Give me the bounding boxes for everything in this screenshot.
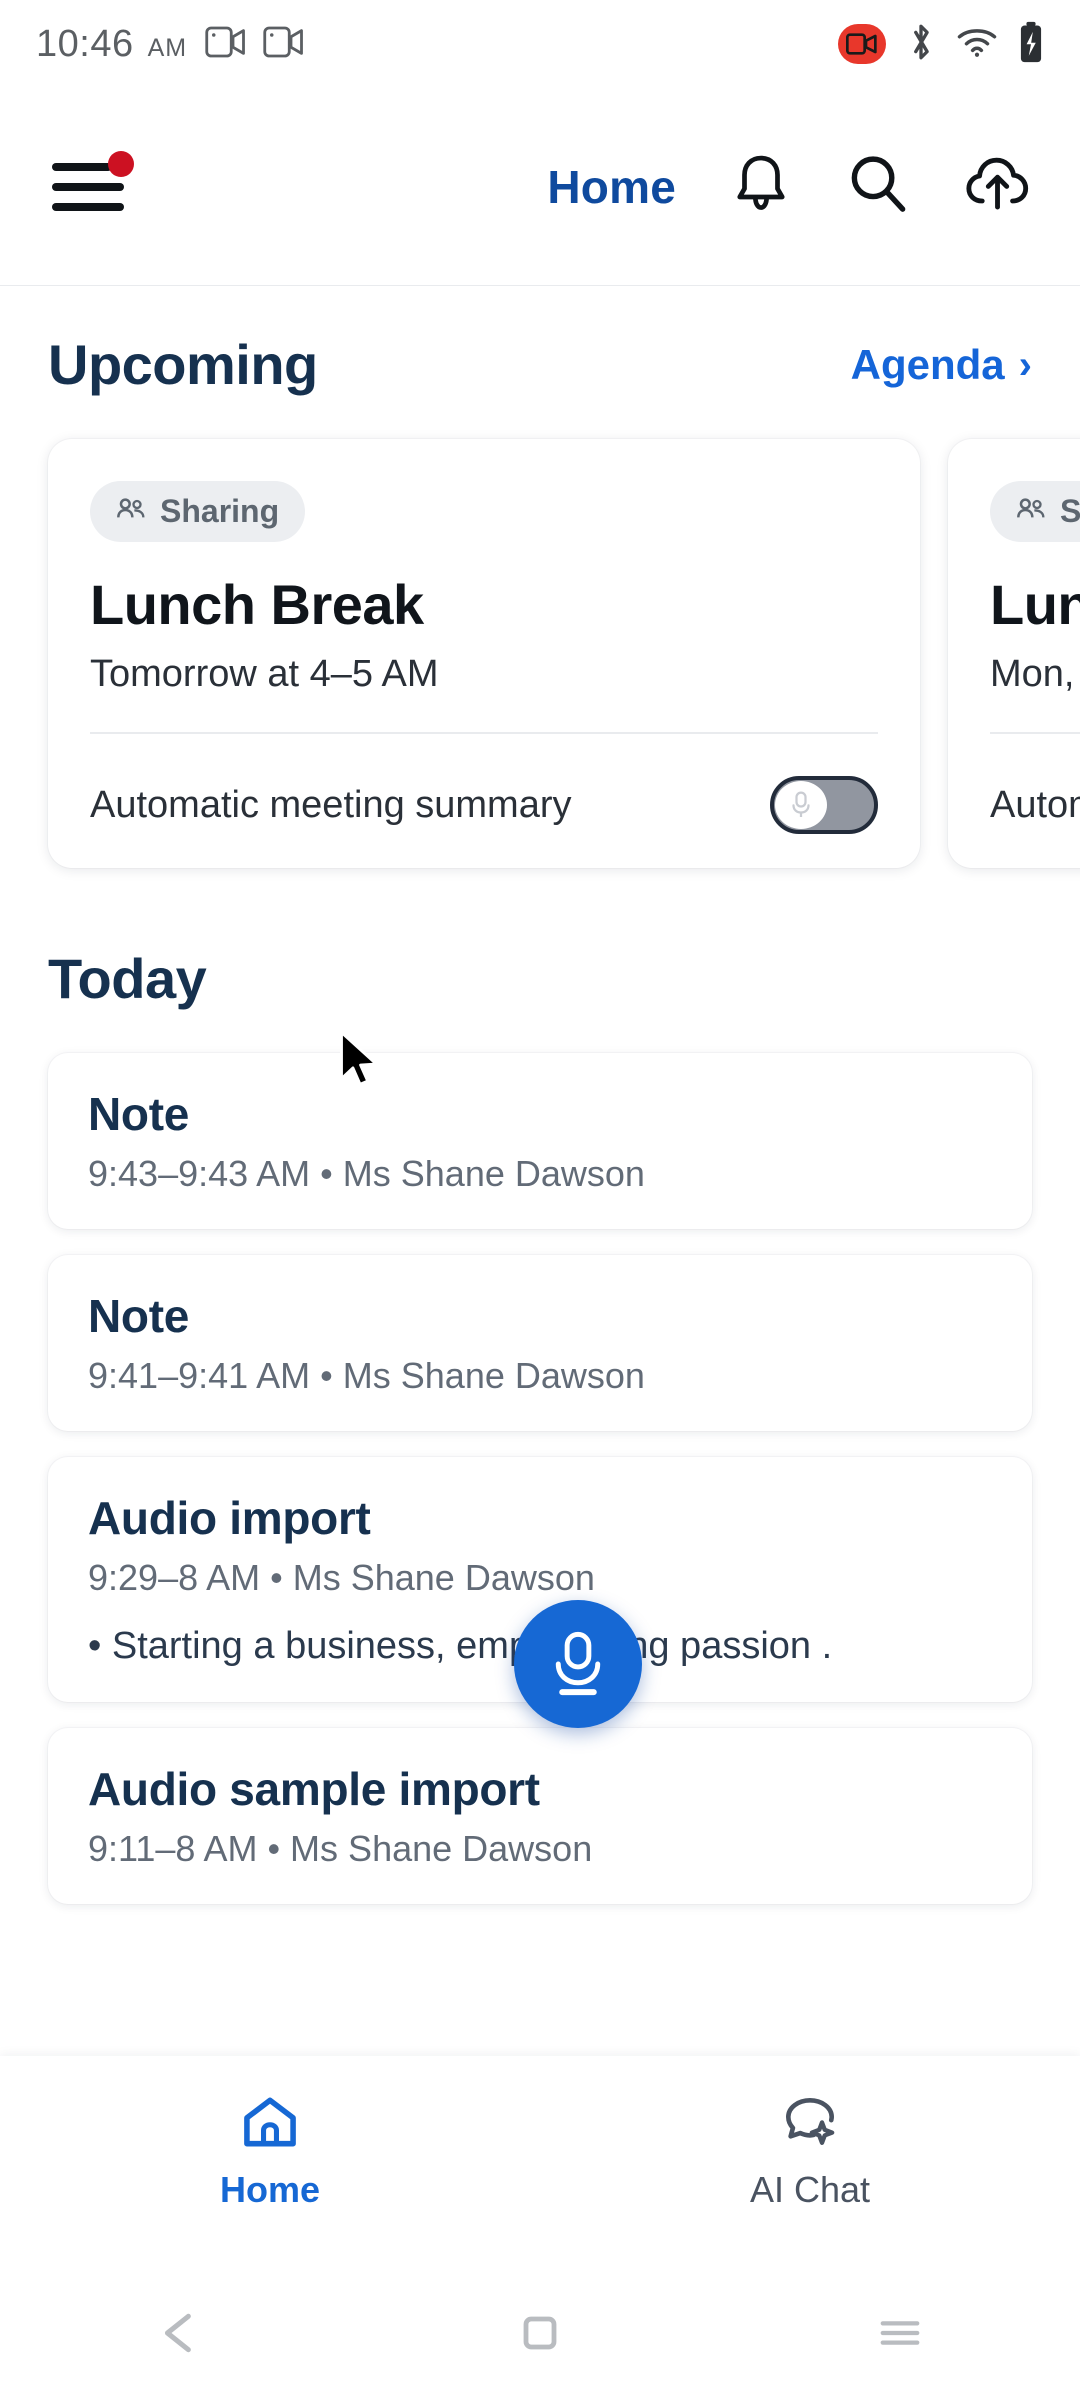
- bottom-nav-label-home: Home: [219, 2169, 321, 2210]
- event-summary-row: Automatic meeting summary: [90, 776, 878, 834]
- summary-toggle-label: Automatic meeting summary: [990, 783, 1080, 826]
- video-camera-icon: [263, 25, 305, 64]
- status-bar-notification-icons: [205, 25, 305, 64]
- event-title: Lunch Break: [90, 573, 424, 636]
- status-bar-left: 10:46 AM: [36, 23, 187, 66]
- phone-screen: 10:46 AM Home Upcoming Agenda › Sharing …: [0, 0, 1080, 2400]
- app-bar-actions: Home: [547, 151, 1080, 222]
- upcoming-title: Upcoming: [48, 333, 318, 396]
- app-bar: Home: [0, 88, 1080, 286]
- people-icon: [1016, 496, 1046, 527]
- back-triangle-icon[interactable]: [0, 2310, 360, 2356]
- list-item-title: Audio sample import: [88, 1763, 540, 1815]
- event-time: Tomorrow at 4–5 AM: [90, 653, 439, 695]
- list-item-title: Audio import: [88, 1492, 371, 1544]
- agenda-label: Agenda: [850, 340, 1005, 388]
- today-section-header: Today: [0, 868, 1080, 1011]
- today-list: Note 9:43–9:43 AM • Ms Shane Dawson Note…: [0, 1011, 1080, 1904]
- status-bar: 10:46 AM: [0, 0, 1080, 88]
- bottom-nav-tab-home[interactable]: Home: [0, 2056, 540, 2211]
- bottom-nav-label-ai-chat: AI Chat: [749, 2169, 871, 2210]
- notification-dot-badge: [108, 150, 134, 177]
- microphone-icon: [792, 791, 810, 817]
- main-content: Upcoming Agenda › Sharing Lunch Break To…: [0, 286, 1080, 2056]
- event-time: Mon, Jun: [990, 653, 1080, 695]
- upcoming-carousel[interactable]: Sharing Lunch Break Tomorrow at 4–5 AM A…: [0, 397, 1080, 868]
- event-card[interactable]: Sharing Lunch Break Mon, Jun Automatic m…: [948, 439, 1080, 868]
- list-item[interactable]: Note 9:41–9:41 AM • Ms Shane Dawson: [48, 1255, 1032, 1431]
- status-bar-right: [838, 20, 1044, 69]
- home-square-icon[interactable]: [360, 2311, 720, 2355]
- event-title: Lunch Break: [990, 573, 1080, 636]
- badge-label: Sharing: [160, 493, 280, 529]
- wifi-icon: [956, 25, 998, 64]
- record-fab-button[interactable]: [514, 1600, 642, 1728]
- bluetooth-icon: [906, 21, 936, 68]
- screen-record-badge-icon: [838, 24, 886, 64]
- people-icon: [116, 496, 146, 527]
- hamburger-menu-icon[interactable]: [52, 150, 134, 217]
- hamburger-line: [52, 182, 124, 191]
- agenda-link[interactable]: Agenda ›: [851, 341, 1032, 389]
- list-item-title: Note: [88, 1290, 190, 1342]
- event-summary-row: Automatic meeting summary: [990, 776, 1080, 834]
- today-title: Today: [48, 947, 207, 1010]
- card-divider: [90, 732, 878, 734]
- recents-lines-icon[interactable]: [720, 2313, 1080, 2353]
- hamburger-line: [52, 202, 124, 211]
- microphone-icon: [555, 1631, 601, 1696]
- upcoming-section-header: Upcoming Agenda ›: [0, 286, 1080, 397]
- badge-label: Sharing: [1060, 493, 1080, 529]
- status-badge: Sharing: [90, 481, 306, 542]
- list-item-meta: 9:29–8 AM • Ms Shane Dawson: [88, 1557, 595, 1598]
- status-badge: Sharing: [990, 481, 1080, 542]
- hamburger-line: [52, 162, 112, 171]
- system-navigation-bar: [0, 2266, 1080, 2400]
- video-camera-icon: [205, 25, 247, 64]
- chevron-right-icon: ›: [1018, 342, 1032, 387]
- summary-toggle-label: Automatic meeting summary: [90, 783, 572, 826]
- cloud-upload-icon[interactable]: [964, 152, 1032, 221]
- page-title: Home: [547, 160, 676, 213]
- card-divider: [990, 732, 1080, 734]
- list-item-title: Note: [88, 1088, 190, 1140]
- list-item-meta: 9:11–8 AM • Ms Shane Dawson: [88, 1828, 593, 1869]
- status-bar-time: 10:46: [36, 22, 134, 65]
- list-item[interactable]: Note 9:43–9:43 AM • Ms Shane Dawson: [48, 1053, 1032, 1229]
- list-item-meta: 9:41–9:41 AM • Ms Shane Dawson: [88, 1355, 645, 1396]
- status-bar-ampm: AM: [147, 33, 188, 62]
- automatic-summary-toggle[interactable]: [770, 776, 878, 834]
- event-card[interactable]: Sharing Lunch Break Tomorrow at 4–5 AM A…: [48, 439, 920, 868]
- home-icon: [240, 2094, 300, 2155]
- bell-icon[interactable]: [730, 151, 792, 222]
- list-item-meta: 9:43–9:43 AM • Ms Shane Dawson: [88, 1153, 645, 1194]
- list-item[interactable]: Audio sample import 9:11–8 AM • Ms Shane…: [48, 1728, 1032, 1904]
- chat-sparkle-icon: [780, 2094, 840, 2155]
- search-icon[interactable]: [846, 152, 910, 221]
- bottom-navigation-bar: Home AI Chat: [0, 2056, 1080, 2266]
- toggle-knob: [775, 781, 827, 829]
- bottom-nav-tab-ai-chat[interactable]: AI Chat: [540, 2056, 1080, 2211]
- battery-charging-icon: [1018, 20, 1044, 69]
